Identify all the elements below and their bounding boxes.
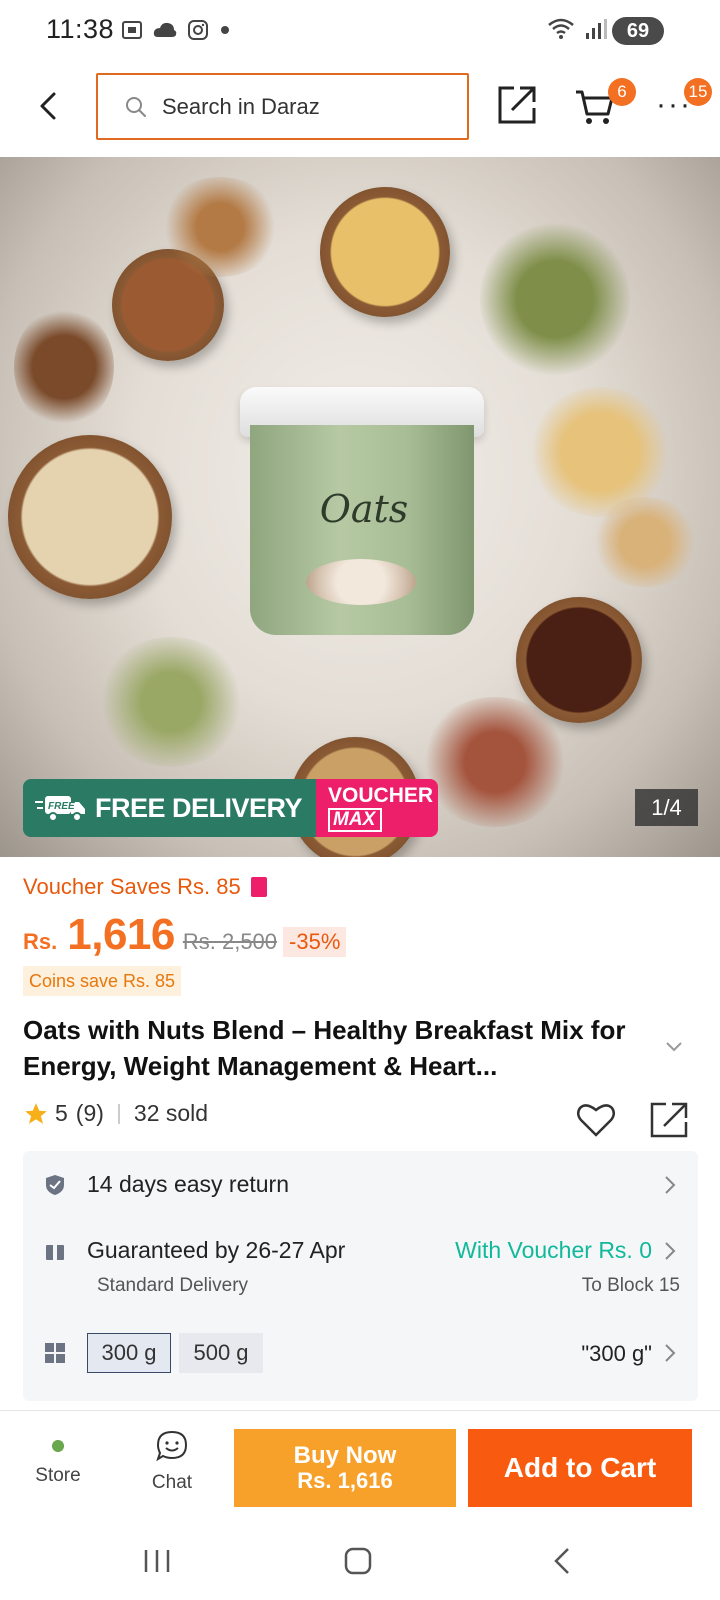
more-options-icon[interactable]: ··· — [656, 90, 692, 120]
star-icon — [25, 1102, 47, 1124]
chat-button[interactable]: Chat — [134, 1429, 210, 1499]
back-arrow-icon[interactable] — [30, 86, 66, 126]
cart-count-badge: 6 — [608, 78, 636, 106]
search-icon — [126, 96, 146, 117]
free-delivery-text: FREE DELIVERY — [95, 792, 303, 823]
chevron-right-icon — [665, 1242, 676, 1260]
free-delivery-badge: FREE FREE DELIVERY — [23, 779, 317, 837]
screenshot-icon — [122, 21, 142, 39]
buy-now-label: Buy Now — [293, 1442, 397, 1469]
battery-indicator: 69 — [612, 17, 664, 45]
chevron-right-icon[interactable] — [664, 1343, 676, 1363]
voucher-max-badge: VOUCHER MAX — [316, 779, 439, 837]
chat-label: Chat — [151, 1472, 193, 1493]
original-price: Rs. 2,500 — [182, 929, 278, 954]
recent-apps-icon[interactable] — [142, 1548, 172, 1574]
price-row: Rs. 1,616 Rs. 2,500 -35% — [23, 910, 347, 960]
share-product-icon[interactable] — [648, 1100, 690, 1140]
status-time: 11:38 — [46, 14, 115, 44]
chevron-right-icon — [665, 1176, 676, 1194]
pumpkin-seeds — [480, 219, 630, 379]
product-page: 11:38 69 Search in Daraz 6 ··· 15 Oats F… — [0, 0, 720, 1600]
pistachios — [96, 637, 246, 767]
search-input[interactable]: Search in Daraz — [96, 73, 469, 140]
dates-bowl — [516, 597, 642, 723]
instagram-icon — [188, 20, 208, 40]
more-count-badge: 15 — [684, 78, 712, 106]
signal-icon — [586, 19, 607, 39]
price-currency: Rs. — [23, 929, 58, 954]
return-row[interactable]: 14 days easy return — [23, 1151, 698, 1217]
delivery-info-card: 14 days easy return Guaranteed by 26-27 … — [23, 1151, 698, 1401]
store-label: Store — [35, 1465, 81, 1486]
wifi-icon — [548, 18, 574, 39]
voucher-delivery-text: With Voucher Rs. 0 — [455, 1237, 652, 1263]
status-bar: 11:38 69 — [0, 0, 720, 64]
max-text: MAX — [328, 807, 383, 832]
system-back-icon[interactable] — [552, 1546, 572, 1576]
return-text: 14 days easy return — [87, 1171, 290, 1197]
home-icon[interactable] — [343, 1546, 373, 1576]
product-title: Oats with Nuts Blend – Healthy Breakfast… — [23, 1015, 626, 1081]
cloud-icon — [153, 22, 177, 37]
dot-icon — [221, 26, 229, 34]
discount-badge: -35% — [283, 927, 347, 957]
delivery-row[interactable]: Guaranteed by 26-27 Apr With Voucher Rs.… — [23, 1219, 698, 1311]
shield-check-icon — [46, 1175, 64, 1195]
free-tag: FREE — [48, 801, 75, 812]
delivery-type: Standard Delivery — [97, 1275, 249, 1296]
status-icons-right — [546, 16, 608, 42]
voucher-text: VOUCHER — [328, 783, 434, 807]
truck-icon: FREE — [35, 796, 85, 822]
quinoa — [590, 497, 700, 587]
delivery-date: Guaranteed by 26-27 Apr — [87, 1237, 346, 1263]
battery-level: 69 — [626, 19, 650, 42]
almonds-loose — [160, 177, 280, 277]
review-count: (9) — [75, 1100, 104, 1126]
store-button[interactable]: Store — [20, 1429, 96, 1499]
variant-chip-300g[interactable]: 300 g — [87, 1333, 171, 1373]
buy-now-price: Rs. 1,616 — [297, 1468, 393, 1493]
voucher-icon — [250, 877, 267, 897]
oats-bowl — [8, 435, 172, 599]
image-counter: 1/4 — [635, 789, 698, 826]
bottom-action-bar: Store Chat Buy Now Rs. 1,616 Add to Cart — [0, 1410, 720, 1510]
flax-seeds — [14, 307, 114, 427]
product-label-bowl — [306, 559, 416, 605]
voucher-saves-text: Voucher Saves Rs. 85 — [23, 874, 241, 899]
divider — [117, 1103, 120, 1124]
product-image-carousel[interactable]: Oats FREE FREE DELIVERY VOUCHER MAX 1/4 — [0, 157, 720, 857]
system-nav-bar — [0, 1510, 720, 1600]
add-to-cart-button[interactable]: Add to Cart — [468, 1429, 692, 1507]
chat-icon — [156, 1430, 188, 1462]
delivery-location: To Block 15 — [581, 1275, 680, 1296]
package-icon — [46, 1242, 64, 1260]
search-header: Search in Daraz 6 ··· 15 — [0, 64, 720, 154]
coins-save-badge: Coins save Rs. 85 — [23, 966, 182, 996]
banana-chips-bowl — [320, 187, 450, 317]
sold-count: 32 sold — [133, 1100, 209, 1126]
status-icons-left — [120, 18, 232, 42]
promo-banner: FREE FREE DELIVERY VOUCHER MAX — [23, 779, 439, 837]
buy-now-button[interactable]: Buy Now Rs. 1,616 — [234, 1429, 456, 1507]
current-price: 1,616 — [67, 910, 175, 959]
rating-value: 5 — [55, 1100, 68, 1126]
share-icon[interactable] — [496, 84, 538, 126]
chevron-down-icon[interactable] — [664, 1040, 684, 1054]
wishlist-heart-icon[interactable] — [576, 1102, 616, 1138]
variant-row: 300 g 500 g "300 g" — [23, 1317, 698, 1391]
selected-variant: "300 g" — [581, 1341, 652, 1366]
search-placeholder: Search in Daraz — [162, 93, 320, 119]
voucher-saves-line[interactable]: Voucher Saves Rs. 85 — [23, 874, 267, 900]
rating-row[interactable]: 5 (9) 32 sold — [23, 1100, 208, 1127]
peanuts — [420, 697, 570, 827]
variant-chip-500g[interactable]: 500 g — [179, 1333, 263, 1373]
store-logo — [42, 1435, 74, 1457]
variants-grid-icon — [45, 1343, 65, 1363]
